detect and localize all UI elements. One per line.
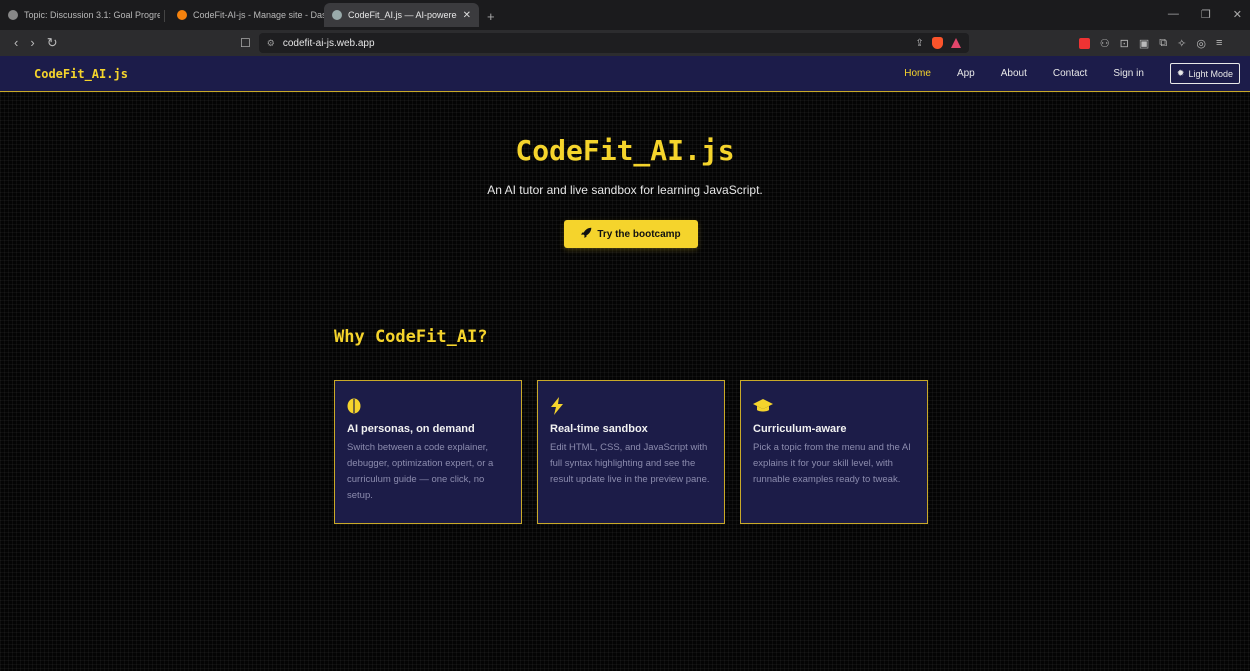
forward-icon[interactable]: › [30, 35, 34, 51]
cta-label: Try the bootcamp [597, 228, 681, 240]
light-mode-button[interactable]: ✹ Light Mode [1169, 63, 1240, 84]
bolt-icon [550, 395, 712, 417]
feature-text: Switch between a code explainer, debugge… [347, 442, 494, 501]
window-controls: — ❐ ✕ [1168, 8, 1242, 21]
share-icon[interactable]: ⇪ [915, 38, 923, 49]
nav-about[interactable]: About [1001, 68, 1027, 79]
nav-contact[interactable]: Contact [1053, 68, 1087, 79]
leo-icon[interactable]: ✧ [1177, 37, 1186, 50]
browser-toolbar: ‹ › ↻ ☐ ⚙ codefit-ai-js.web.app ⇪ ⚇ ⊡ ▣ … [0, 30, 1250, 56]
feature-title: Curriculum-aware [753, 423, 847, 435]
discussion-icon [8, 10, 18, 20]
menu-icon[interactable]: ≡ [1216, 37, 1222, 49]
nav-buttons: ‹ › ↻ [0, 35, 240, 51]
browser-tab[interactable]: Topic: Discussion 3.1: Goal Progress [0, 3, 160, 27]
restore-icon[interactable]: ❐ [1201, 8, 1211, 21]
tab-title: Topic: Discussion 3.1: Goal Progress [24, 10, 160, 20]
hero-subtitle: An AI tutor and live sandbox for learnin… [487, 183, 763, 197]
tab-title: CodeFit-AI-js - Manage site - Dashbo [193, 10, 324, 20]
feature-card: AI personas, on demand Switch between a … [334, 380, 522, 524]
back-icon[interactable]: ‹ [14, 35, 18, 51]
graduation-cap-icon [753, 395, 915, 417]
url-text[interactable]: codefit-ai-js.web.app [283, 38, 375, 49]
nav-home[interactable]: Home [904, 68, 931, 79]
nav-signin[interactable]: Sign in [1113, 68, 1144, 79]
feature-text: Edit HTML, CSS, and JavaScript with full… [550, 442, 710, 485]
light-mode-label: Light Mode [1188, 68, 1233, 79]
browser-tab[interactable]: CodeFit-AI-js - Manage site - Dashbo [169, 3, 324, 27]
screenshot-icon[interactable]: ⊡ [1120, 37, 1129, 50]
globe-icon [332, 10, 342, 20]
address-actions: ⇪ [915, 37, 961, 49]
firebase-icon [177, 10, 187, 20]
minimize-icon[interactable]: — [1168, 8, 1179, 21]
try-bootcamp-button[interactable]: Try the bootcamp [564, 220, 698, 248]
webpage: CodeFit_AI.js Home App About Contact Sig… [0, 56, 1250, 671]
sun-icon: ✹ [1176, 68, 1185, 78]
new-tab-icon[interactable]: + [487, 9, 495, 24]
brave-rewards-icon[interactable] [950, 38, 961, 48]
brave-shields-icon[interactable] [931, 37, 943, 49]
tab-title: CodeFit_AI.js — AI-powered Java [348, 10, 457, 20]
brand-logo[interactable]: CodeFit_AI.js [34, 67, 128, 81]
browser-tab-strip: Topic: Discussion 3.1: Goal Progress Cod… [0, 0, 1250, 30]
address-bar[interactable]: ⚙ codefit-ai-js.web.app ⇪ [258, 33, 969, 53]
puzzle-icon[interactable]: ⚇ [1100, 37, 1110, 50]
sidebar-icon[interactable]: ▣ [1139, 37, 1149, 50]
feature-text: Pick a topic from the menu and the AI ex… [753, 442, 911, 485]
rocket-icon [581, 227, 592, 241]
nav-app[interactable]: App [957, 68, 975, 79]
feature-card: Real-time sandbox Edit HTML, CSS, and Ja… [537, 380, 725, 524]
why-heading: Why CodeFit_AI? [334, 327, 488, 347]
tab-divider [164, 10, 165, 22]
hero-title: CodeFit_AI.js [515, 134, 735, 167]
close-window-icon[interactable]: ✕ [1233, 8, 1242, 21]
site-info-icon[interactable]: ⚙ [267, 38, 275, 49]
brain-icon [347, 395, 509, 417]
close-tab-icon[interactable]: ✕ [457, 10, 471, 21]
nav-links: Home App About Contact Sign in ✹ Light M… [904, 63, 1240, 84]
feature-card: Curriculum-aware Pick a topic from the m… [740, 380, 928, 524]
extensions-area: ⚇ ⊡ ▣ ⧉ ✧ ◎ ≡ [1078, 37, 1222, 50]
feature-title: Real-time sandbox [550, 423, 648, 435]
site-navbar: CodeFit_AI.js Home App About Contact Sig… [0, 56, 1250, 92]
bookmark-icon[interactable]: ☐ [240, 36, 251, 50]
tabs-icon[interactable]: ⧉ [1159, 37, 1167, 50]
reload-icon[interactable]: ↻ [47, 35, 58, 51]
extension-icon[interactable] [1078, 37, 1090, 49]
browser-tab-active[interactable]: CodeFit_AI.js — AI-powered Java ✕ [324, 3, 479, 27]
feature-title: AI personas, on demand [347, 423, 475, 435]
vpn-icon[interactable]: ◎ [1196, 37, 1206, 50]
